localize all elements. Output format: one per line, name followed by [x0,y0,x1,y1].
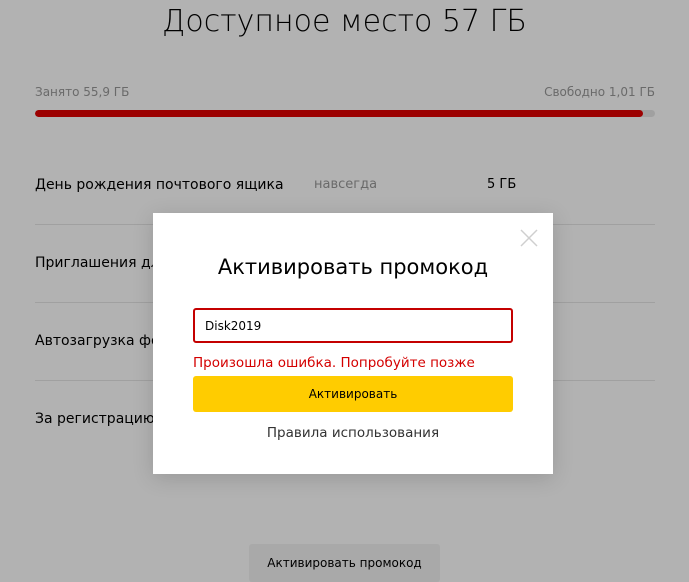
dialog-title: Активировать промокод [217,255,489,279]
promo-dialog: Активировать промокод Произошла ошибка. … [153,213,553,474]
close-icon[interactable] [519,228,539,248]
activate-button[interactable]: Активировать [193,376,513,412]
error-message: Произошла ошибка. Попробуйте позже [193,355,475,371]
usage-rules-link[interactable]: Правила использования [153,424,553,442]
promo-code-input[interactable] [193,308,513,343]
